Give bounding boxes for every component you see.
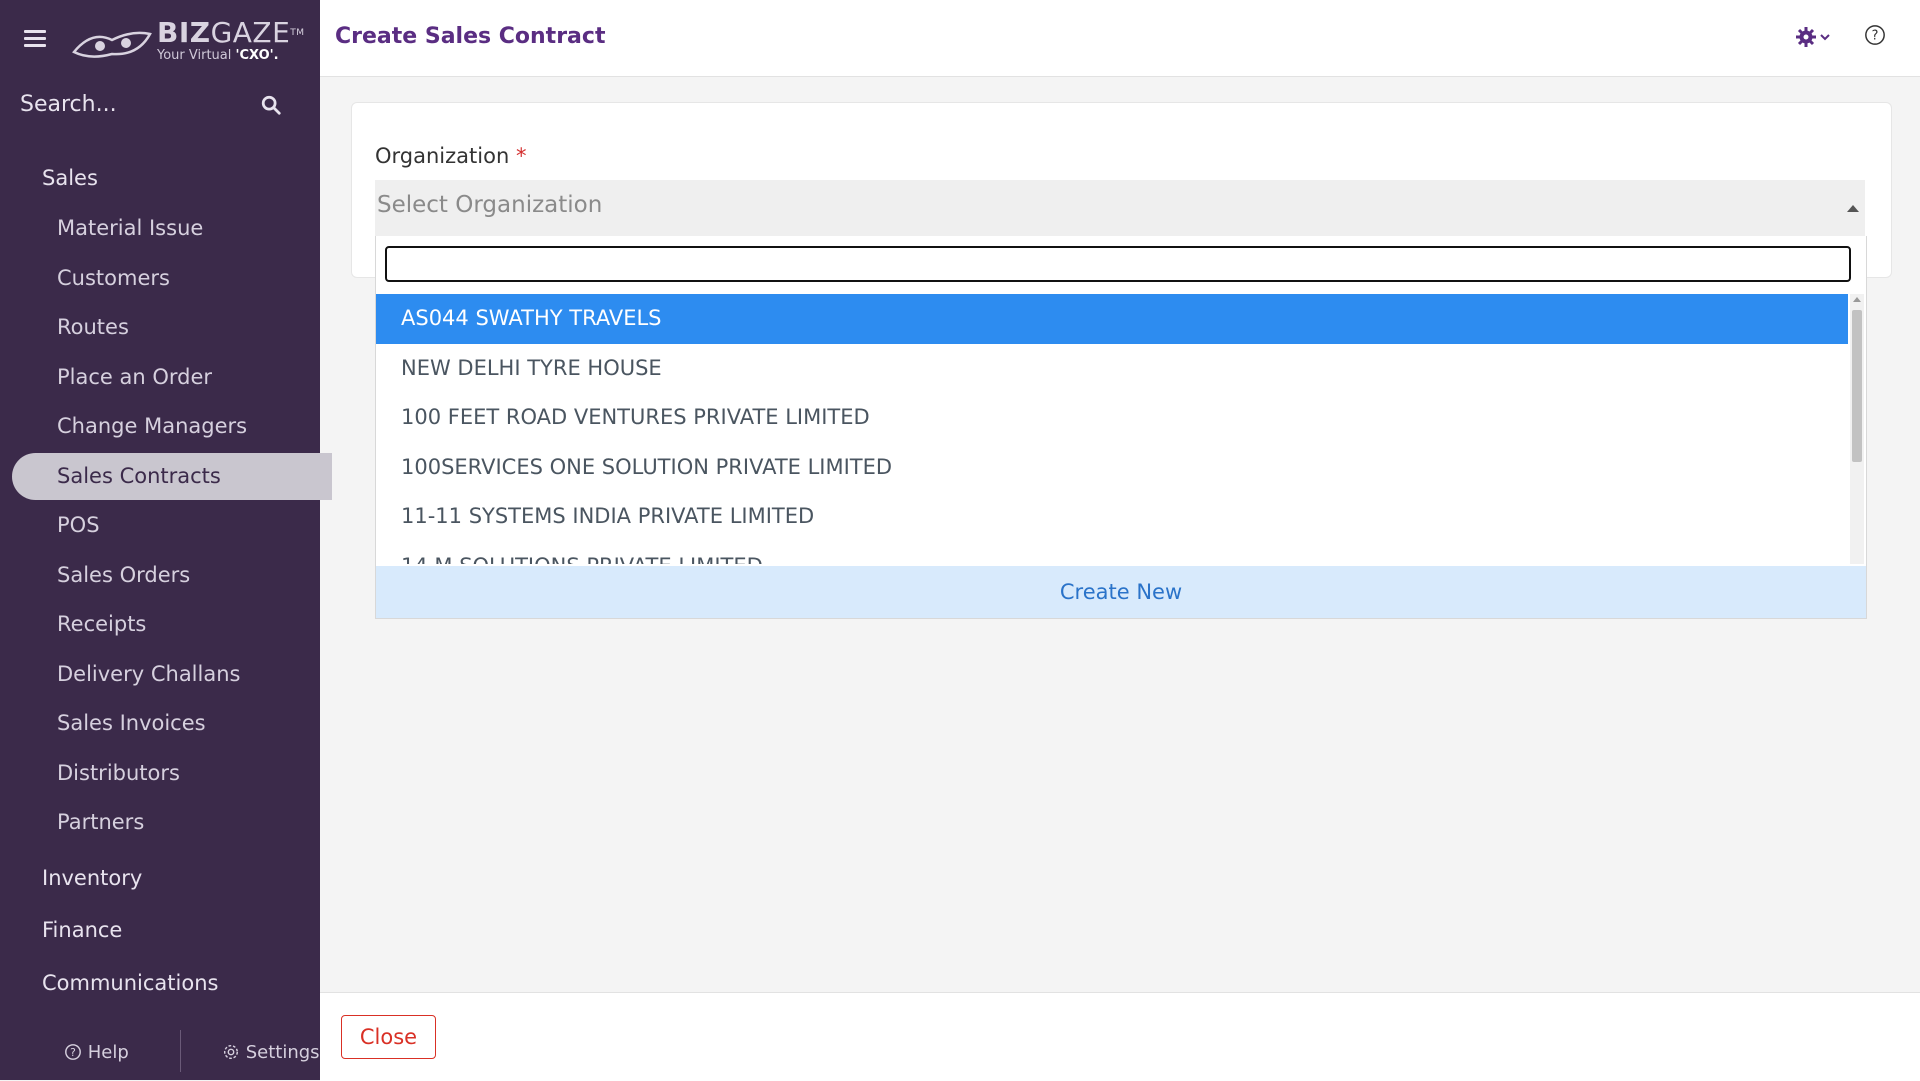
sidebar-item-sales-invoices[interactable]: Sales Invoices — [57, 711, 206, 735]
menu-icon[interactable] — [24, 30, 46, 48]
nav-group-communications[interactable]: Communications — [42, 971, 218, 995]
nav-group-finance[interactable]: Finance — [42, 918, 122, 942]
sidebar-item-customers[interactable]: Customers — [57, 266, 170, 290]
sidebar-item-material-issue[interactable]: Material Issue — [57, 216, 203, 240]
help-icon[interactable]: ? — [1864, 24, 1886, 46]
search-icon[interactable] — [260, 94, 282, 116]
organization-label: Organization * — [375, 144, 526, 168]
scrollbar-thumb[interactable] — [1852, 310, 1862, 462]
dropdown-option[interactable]: AS044 SWATHY TRAVELS — [376, 294, 1848, 344]
logo-name-bold: BIZ — [157, 16, 211, 49]
logo-trademark: TM — [290, 28, 305, 38]
help-circle-icon: ? — [65, 1044, 81, 1060]
organization-select-placeholder: Select Organization — [377, 192, 603, 218]
owl-logo-icon — [72, 31, 152, 58]
svg-text:?: ? — [1872, 29, 1879, 44]
organization-label-text: Organization — [375, 144, 510, 168]
settings-link[interactable]: Settings — [222, 1042, 320, 1063]
nav-group-inventory[interactable]: Inventory — [42, 866, 142, 890]
search-input[interactable]: Search... — [20, 92, 117, 117]
settings-gear-dropdown-icon[interactable] — [1796, 26, 1832, 50]
svg-text:?: ? — [70, 1046, 76, 1059]
page-title: Create Sales Contract — [335, 24, 606, 49]
caret-up-icon — [1847, 205, 1859, 212]
sidebar-item-change-managers[interactable]: Change Managers — [57, 414, 247, 438]
sidebar-item-partners[interactable]: Partners — [57, 810, 144, 834]
help-label: Help — [87, 1042, 129, 1063]
logo-tagline: Your Virtual — [157, 48, 236, 63]
dropdown-option[interactable]: 14 M SOLUTIONS PRIVATE LIMITED — [376, 542, 1848, 565]
footer-divider — [180, 1030, 181, 1072]
sidebar-item-sales-contracts[interactable]: Sales Contracts — [57, 464, 221, 488]
organization-dropdown: AS044 SWATHY TRAVELS NEW DELHI TYRE HOUS… — [375, 236, 1867, 619]
required-marker: * — [515, 144, 527, 168]
gear-icon — [223, 1044, 239, 1060]
logo-tagline-bold: 'CXO'. — [235, 48, 279, 63]
sidebar-item-pos[interactable]: POS — [57, 513, 100, 537]
scroll-up-arrow-icon[interactable] — [1853, 297, 1861, 302]
dropdown-search-input[interactable] — [385, 246, 1851, 282]
sidebar-search[interactable]: Search... — [20, 90, 282, 120]
nav-group-sales[interactable]: Sales — [42, 166, 98, 190]
sidebar-item-receipts[interactable]: Receipts — [57, 612, 146, 636]
sidebar-item-distributors[interactable]: Distributors — [57, 761, 180, 785]
organization-select[interactable]: Select Organization — [375, 180, 1865, 236]
sidebar-item-delivery-challans[interactable]: Delivery Challans — [57, 662, 240, 686]
sidebar-item-place-an-order[interactable]: Place an Order — [57, 365, 212, 389]
sidebar-footer: ? Help Settings — [0, 1030, 320, 1072]
dropdown-option[interactable]: 100 FEET ROAD VENTURES PRIVATE LIMITED — [376, 393, 1848, 443]
close-button[interactable]: Close — [341, 1015, 436, 1059]
dropdown-options: AS044 SWATHY TRAVELS NEW DELHI TYRE HOUS… — [376, 294, 1848, 564]
page-footer: Close — [320, 992, 1920, 1081]
page-header: Create Sales Contract ? — [320, 0, 1920, 77]
dropdown-option[interactable]: 100SERVICES ONE SOLUTION PRIVATE LIMITED — [376, 443, 1848, 493]
create-new-button[interactable]: Create New — [376, 566, 1866, 618]
sidebar-item-sales-orders[interactable]: Sales Orders — [57, 563, 190, 587]
sidebar: BIZGAZETM Your Virtual 'CXO'. Search... … — [0, 0, 332, 1080]
dropdown-option[interactable]: NEW DELHI TYRE HOUSE — [376, 344, 1848, 394]
logo-name-light: GAZE — [210, 16, 291, 49]
sidebar-item-routes[interactable]: Routes — [57, 315, 129, 339]
dropdown-scrollbar[interactable] — [1850, 294, 1864, 564]
settings-label: Settings — [245, 1042, 320, 1063]
help-link[interactable]: ? Help — [64, 1042, 129, 1063]
dropdown-option[interactable]: 11-11 SYSTEMS INDIA PRIVATE LIMITED — [376, 492, 1848, 542]
